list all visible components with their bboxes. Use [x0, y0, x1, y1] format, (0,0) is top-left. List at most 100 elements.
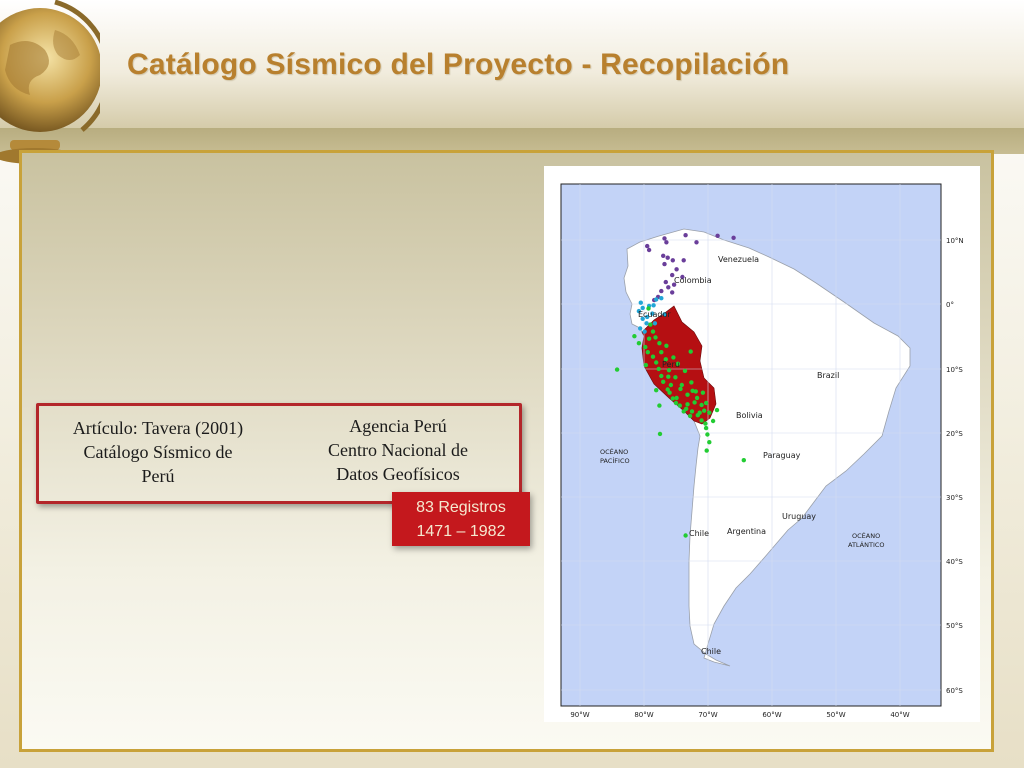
country-label-chile-south: Chile — [701, 647, 721, 656]
records-period: 1471 – 1982 — [416, 523, 506, 540]
ocean-label-atlantic: ATLÁNTICO — [848, 540, 885, 549]
source-agency-line: Datos Geofísicos — [336, 464, 460, 484]
lat-tick: 10°N — [946, 237, 964, 245]
seismic-event-green — [673, 400, 679, 406]
seismic-event-green — [659, 350, 664, 355]
seismic-event-green — [699, 418, 704, 423]
seismic-event-green — [657, 403, 662, 408]
map-svg: Venezuela Colombia Ecuador Peru Brazil B… — [560, 183, 964, 719]
seismic-event-green — [703, 400, 709, 406]
seismic-event-green — [702, 408, 707, 413]
seismic-event-green — [741, 458, 746, 463]
ocean-label-pacific: OCÉANO — [600, 447, 628, 456]
seismic-event-green — [664, 343, 669, 348]
seismic-event-green — [697, 410, 702, 415]
lat-tick: 20°S — [946, 430, 963, 438]
seismic-event-green — [694, 395, 700, 401]
seismic-event-green — [643, 344, 648, 350]
lat-tick: 60°S — [946, 687, 963, 695]
seismic-event-cyan — [638, 300, 643, 305]
source-article-line: Artículo: Tavera (2001) — [72, 418, 244, 438]
seismic-event-green — [703, 421, 708, 426]
seismic-event-cyan — [638, 326, 643, 331]
seismic-event-green — [699, 402, 704, 408]
seismic-event-green — [645, 350, 650, 355]
country-label-colombia: Colombia — [674, 276, 712, 285]
seismic-event-green — [707, 410, 712, 415]
seismic-event-green — [682, 368, 688, 374]
seismic-event-green — [687, 413, 693, 419]
seismic-event-purple — [663, 279, 668, 285]
seismic-event-green — [668, 382, 674, 388]
seismic-event-green — [693, 389, 698, 394]
seismic-event-purple — [645, 243, 650, 249]
country-label-chile: Chile — [689, 529, 709, 538]
seismic-event-green — [657, 431, 663, 437]
source-article-line: Catálogo Sísmico de — [83, 442, 233, 462]
seismic-event-purple — [646, 247, 652, 253]
lat-tick: 0° — [946, 301, 954, 309]
seismic-event-green — [666, 374, 671, 379]
lon-tick: 50°W — [826, 711, 845, 719]
seismic-event-green — [650, 354, 656, 359]
seismic-event-purple — [662, 261, 667, 267]
seismic-event-green — [643, 362, 649, 368]
seismic-event-green — [614, 367, 620, 372]
seismic-event-purple — [681, 258, 686, 263]
seismic-event-green — [654, 360, 659, 365]
seismic-event-green — [692, 400, 697, 405]
country-label-bolivia: Bolivia — [736, 411, 763, 420]
records-badge: 83 Registros 1471 – 1982 — [392, 492, 530, 546]
seismic-map: Venezuela Colombia Ecuador Peru Brazil B… — [544, 166, 980, 722]
seismic-event-purple — [670, 290, 675, 295]
country-label-peru: Peru — [662, 360, 680, 369]
seismic-event-purple — [666, 285, 671, 290]
seismic-event-green — [689, 409, 695, 414]
seismic-event-green — [661, 379, 666, 384]
source-agency: Agencia Perú Centro Nacional de Datos Ge… — [316, 414, 480, 486]
source-agency-line: Centro Nacional de — [328, 440, 468, 460]
lon-tick: 90°W — [570, 711, 589, 719]
seismic-event-green — [689, 380, 694, 385]
seismic-event-purple — [661, 253, 666, 258]
globe-icon — [0, 0, 100, 164]
country-label-argentina: Argentina — [727, 527, 766, 536]
seismic-event-green — [656, 366, 661, 372]
seismic-event-green — [705, 432, 710, 437]
seismic-event-green — [679, 382, 684, 388]
seismic-event-purple — [670, 258, 675, 263]
seismic-event-cyan — [651, 303, 656, 308]
lon-tick: 70°W — [698, 711, 717, 719]
country-label-paraguay: Paraguay — [763, 451, 801, 460]
lon-tick: 80°W — [634, 711, 653, 719]
lon-tick: 40°W — [890, 711, 909, 719]
lat-tick: 30°S — [946, 494, 963, 502]
seismic-event-green — [678, 386, 683, 392]
seismic-event-green — [653, 335, 658, 340]
lat-tick: 40°S — [946, 558, 963, 566]
seismic-event-cyan — [654, 297, 659, 302]
seismic-event-green — [710, 418, 716, 424]
seismic-event-purple — [664, 240, 669, 245]
records-count: 83 Registros — [416, 499, 506, 516]
seismic-event-green — [688, 349, 693, 354]
source-article: Artículo: Tavera (2001) Catálogo Sísmico… — [58, 416, 258, 488]
source-agency-line: Agencia Perú — [349, 416, 447, 436]
seismic-event-green — [714, 407, 720, 413]
seismic-event-cyan — [652, 321, 658, 326]
country-label-brazil: Brazil — [817, 371, 839, 380]
seismic-event-green — [654, 388, 659, 393]
seismic-event-green — [646, 336, 652, 341]
country-label-uruguay: Uruguay — [782, 512, 816, 521]
seismic-event-cyan — [659, 296, 664, 301]
lon-tick: 60°W — [762, 711, 781, 719]
seismic-event-purple — [731, 235, 736, 240]
seismic-event-purple — [715, 233, 720, 238]
seismic-event-green — [648, 322, 653, 327]
seismic-event-green — [659, 373, 664, 379]
seismic-event-green — [674, 395, 679, 401]
seismic-event-green — [650, 329, 656, 334]
seismic-event-green — [683, 533, 688, 538]
seismic-event-green — [704, 448, 709, 453]
seismic-event-green — [671, 355, 676, 360]
